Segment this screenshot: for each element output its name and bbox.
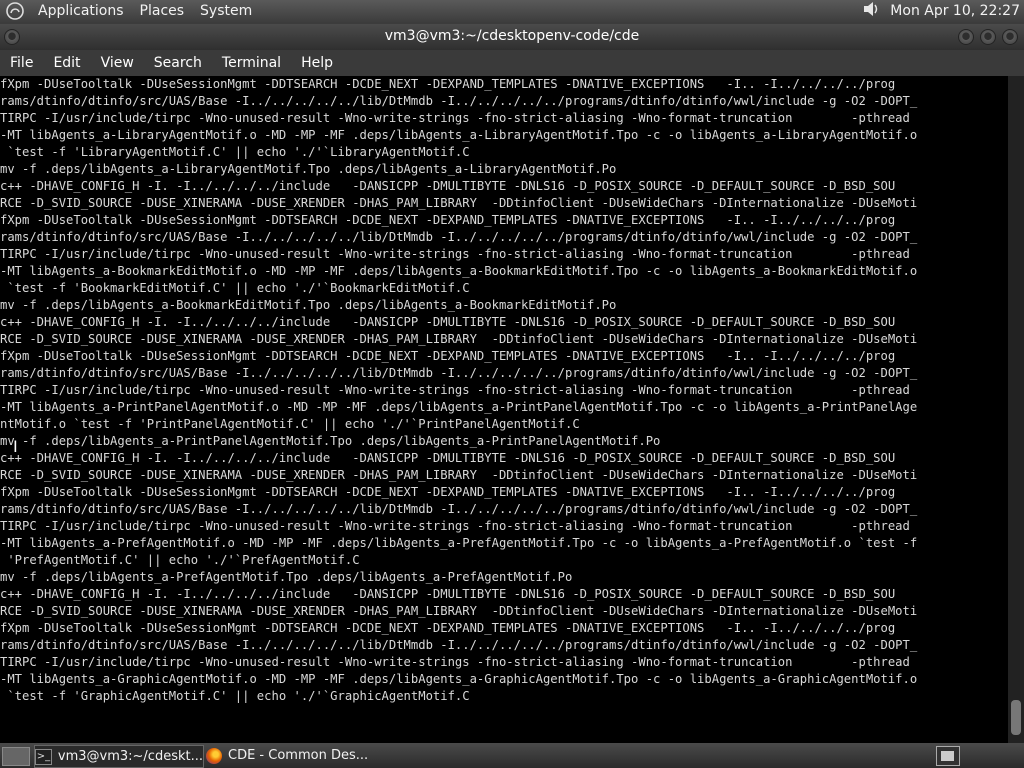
volume-icon[interactable]	[862, 0, 882, 22]
applications-menu[interactable]: Applications	[34, 3, 128, 19]
maximize-button[interactable]	[980, 29, 996, 45]
terminal-line: `test -f 'LibraryAgentMotif.C' || echo '…	[0, 145, 470, 159]
terminal-line: fXpm -DUseTooltalk -DUseSessionMgmt -DDT…	[0, 485, 896, 499]
show-desktop-button[interactable]	[2, 747, 30, 766]
terminal-line: c++ -DHAVE_CONFIG_H -I. -I../../../../in…	[0, 179, 896, 193]
system-menu[interactable]: System	[196, 3, 256, 19]
terminal-line: rams/dtinfo/dtinfo/src/UAS/Base -I../../…	[0, 230, 918, 244]
terminal-line: fXpm -DUseTooltalk -DUseSessionMgmt -DDT…	[0, 213, 896, 227]
close-button[interactable]	[1002, 29, 1018, 45]
menu-file[interactable]: File	[0, 55, 43, 71]
terminal-output[interactable]: fXpm -DUseTooltalk -DUseSessionMgmt -DDT…	[0, 76, 1008, 743]
terminal-scrollbar[interactable]	[1008, 76, 1024, 743]
terminal-line: mv -f .deps/libAgents_a-PrintPanelAgentM…	[0, 434, 661, 448]
terminal-line: TIRPC -I/usr/include/tirpc -Wno-unused-r…	[0, 655, 910, 669]
menu-help[interactable]: Help	[291, 55, 343, 71]
terminal-line: -MT libAgents_a-BookmarkEditMotif.o -MD …	[0, 264, 918, 278]
top-panel-tray: Mon Apr 10, 22:27	[862, 0, 1020, 22]
menu-view[interactable]: View	[91, 55, 144, 71]
clock[interactable]: Mon Apr 10, 22:27	[890, 3, 1020, 19]
terminal-line: -MT libAgents_a-PrintPanelAgentMotif.o -…	[0, 400, 918, 414]
text-cursor-icon: I	[13, 437, 18, 456]
terminal-icon: >_	[35, 748, 52, 765]
top-panel: Applications Places System Mon Apr 10, 2…	[0, 0, 1024, 22]
places-menu[interactable]: Places	[136, 3, 189, 19]
terminal-line: TIRPC -I/usr/include/tirpc -Wno-unused-r…	[0, 383, 910, 397]
terminal-line: mv -f .deps/libAgents_a-PrefAgentMotif.T…	[0, 570, 573, 584]
window-titlebar[interactable]: vm3@vm3:~/cdesktopenv-code/cde	[0, 24, 1024, 50]
minimize-button[interactable]	[958, 29, 974, 45]
terminal-line: -MT libAgents_a-PrefAgentMotif.o -MD -MP…	[0, 536, 918, 550]
terminal-line: ntMotif.o `test -f 'PrintPanelAgentMotif…	[0, 417, 580, 431]
menu-edit[interactable]: Edit	[43, 55, 90, 71]
terminal-line: TIRPC -I/usr/include/tirpc -Wno-unused-r…	[0, 247, 910, 261]
terminal-line: rams/dtinfo/dtinfo/src/UAS/Base -I../../…	[0, 502, 918, 516]
workspace-switcher[interactable]	[936, 746, 960, 766]
terminal-line: TIRPC -I/usr/include/tirpc -Wno-unused-r…	[0, 519, 910, 533]
terminal-line: rams/dtinfo/dtinfo/src/UAS/Base -I../../…	[0, 638, 918, 652]
terminal-line: fXpm -DUseTooltalk -DUseSessionMgmt -DDT…	[0, 349, 896, 363]
menu-terminal[interactable]: Terminal	[212, 55, 291, 71]
bottom-panel: >_ vm3@vm3:~/cdeskt... CDE - Common Des.…	[0, 743, 1024, 768]
scrollbar-thumb[interactable]	[1011, 700, 1021, 735]
task-label: vm3@vm3:~/cdeskt...	[57, 749, 203, 764]
task-label: CDE - Common Des...	[228, 748, 369, 763]
terminal-line: c++ -DHAVE_CONFIG_H -I. -I../../../../in…	[0, 587, 896, 601]
terminal-line: rams/dtinfo/dtinfo/src/UAS/Base -I../../…	[0, 94, 918, 108]
task-firefox[interactable]: CDE - Common Des...	[206, 745, 374, 766]
task-terminal[interactable]: >_ vm3@vm3:~/cdeskt...	[34, 745, 204, 768]
gnome-foot-icon[interactable]	[4, 0, 26, 22]
terminal-line: -MT libAgents_a-LibraryAgentMotif.o -MD …	[0, 128, 918, 142]
menu-search[interactable]: Search	[144, 55, 212, 71]
terminal-line: rams/dtinfo/dtinfo/src/UAS/Base -I../../…	[0, 366, 918, 380]
terminal-line: c++ -DHAVE_CONFIG_H -I. -I../../../../in…	[0, 315, 896, 329]
terminal-line: RCE -D_SVID_SOURCE -DUSE_XINERAMA -DUSE_…	[0, 604, 918, 618]
terminal-line: mv -f .deps/libAgents_a-BookmarkEditMoti…	[0, 298, 617, 312]
terminal-line: -MT libAgents_a-GraphicAgentMotif.o -MD …	[0, 672, 918, 686]
terminal-line: RCE -D_SVID_SOURCE -DUSE_XINERAMA -DUSE_…	[0, 196, 918, 210]
terminal-line: mv -f .deps/libAgents_a-LibraryAgentMoti…	[0, 162, 617, 176]
firefox-icon	[206, 747, 222, 764]
terminal-line: 'PrefAgentMotif.C' || echo './'`PrefAgen…	[0, 553, 360, 567]
window-title: vm3@vm3:~/cdesktopenv-code/cde	[384, 28, 640, 44]
menubar: File Edit View Search Terminal Help	[0, 50, 1024, 76]
terminal-line: RCE -D_SVID_SOURCE -DUSE_XINERAMA -DUSE_…	[0, 332, 918, 346]
terminal-line: c++ -DHAVE_CONFIG_H -I. -I../../../../in…	[0, 451, 896, 465]
terminal-line: `test -f 'BookmarkEditMotif.C' || echo '…	[0, 281, 470, 295]
terminal-line: fXpm -DUseTooltalk -DUseSessionMgmt -DDT…	[0, 621, 896, 635]
terminal-line: RCE -D_SVID_SOURCE -DUSE_XINERAMA -DUSE_…	[0, 468, 918, 482]
terminal-line: TIRPC -I/usr/include/tirpc -Wno-unused-r…	[0, 111, 910, 125]
terminal-line: fXpm -DUseTooltalk -DUseSessionMgmt -DDT…	[0, 77, 896, 91]
terminal-line: `test -f 'GraphicAgentMotif.C' || echo '…	[0, 689, 470, 703]
